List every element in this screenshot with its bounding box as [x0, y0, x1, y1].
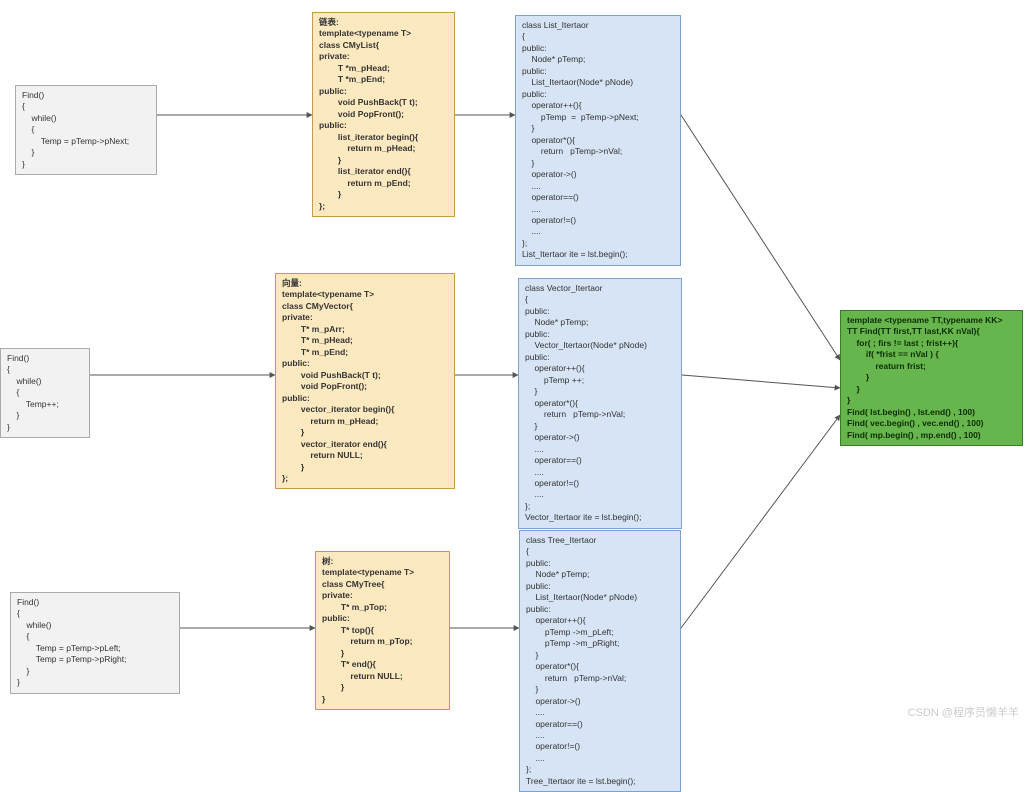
find-tree-box: Find() { while() { Temp = pTemp->pLeft; … — [10, 592, 180, 694]
vector-iterator-box: class Vector_Itertaor { public: Node* pT… — [518, 278, 682, 529]
vector-class-box: 向量: template<typename T> class CMyVector… — [275, 273, 455, 489]
find-template-box: template <typename TT,typename KK> TT Fi… — [840, 310, 1023, 446]
tree-class-box: 树: template<typename T> class CMyTree{ p… — [315, 551, 450, 710]
find-vector-box: Find() { while() { Temp++; } } — [0, 348, 90, 438]
watermark: CSDN @程序员懒羊羊 — [908, 704, 1019, 720]
linked-list-class-box: 链表: template<typename T> class CMyList{ … — [312, 12, 455, 217]
tree-iterator-box: class Tree_Itertaor { public: Node* pTem… — [519, 530, 681, 792]
find-list-box: Find() { while() { Temp = pTemp->pNext; … — [15, 85, 157, 175]
list-iterator-box: class List_Itertaor { public: Node* pTem… — [515, 15, 681, 266]
